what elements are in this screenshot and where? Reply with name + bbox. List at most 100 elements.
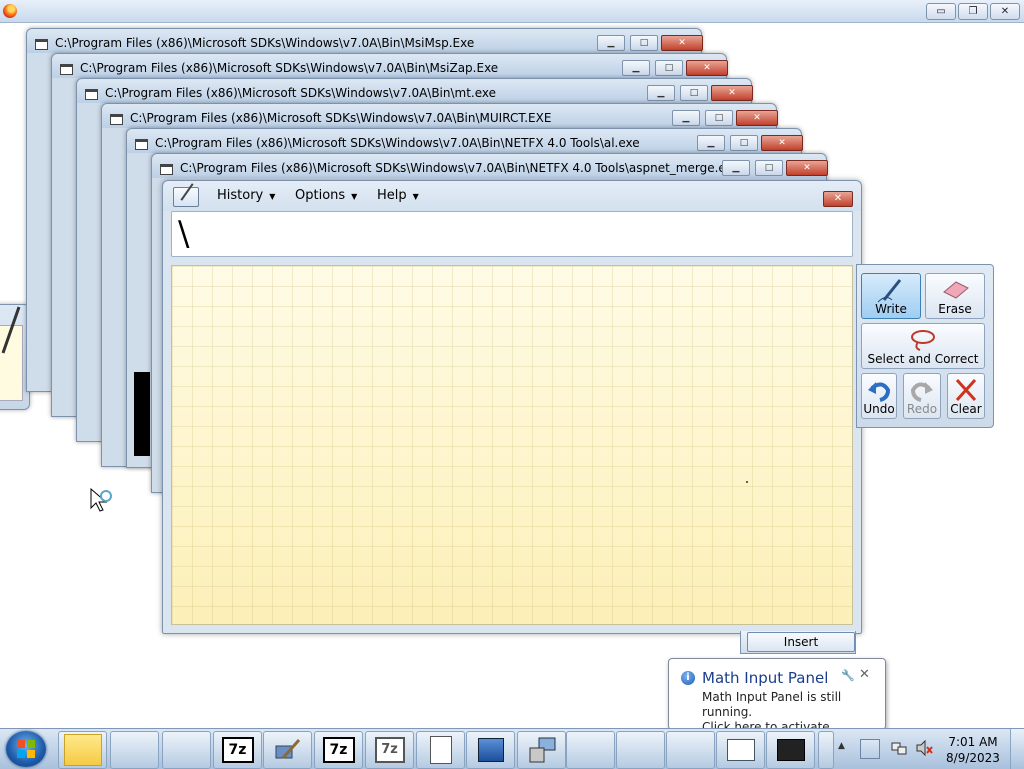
taskbar-window[interactable] (716, 731, 765, 769)
menu-help-label: Help (377, 188, 407, 203)
taskbar-info[interactable] (466, 731, 515, 769)
clear-label: Clear (950, 402, 982, 416)
browser-restore-button[interactable]: ❐ (958, 3, 988, 20)
info-app-icon (477, 738, 504, 762)
minimize-button[interactable]: ▁ (672, 110, 700, 126)
preview-area[interactable]: \ (171, 211, 853, 257)
erase-button[interactable]: Erase (925, 273, 985, 319)
maximize-button[interactable]: □ (705, 110, 733, 126)
minimize-button[interactable]: ▁ (722, 160, 750, 176)
document-icon (429, 736, 452, 764)
taskbar-7zip-2[interactable]: 7z (314, 731, 363, 769)
taskbar-installer[interactable] (517, 731, 566, 769)
insert-tab: Insert (740, 631, 856, 654)
console-output-black (134, 372, 150, 456)
volume-muted-icon[interactable] (915, 739, 933, 757)
firefox-icon[interactable] (3, 4, 17, 18)
close-button[interactable]: ✕ (823, 191, 853, 207)
taskbar-tool[interactable] (263, 731, 312, 769)
taskbar-item-blank1[interactable] (110, 731, 159, 769)
window-title: C:\Program Files (x86)\Microsoft SDKs\Wi… (130, 111, 552, 125)
redo-button[interactable]: Redo (903, 373, 941, 419)
console-icon (110, 114, 123, 125)
insert-button[interactable]: Insert (747, 632, 855, 652)
tray-expand-icon[interactable]: ▲ (838, 741, 845, 751)
installer-icon (529, 737, 555, 763)
chevron-down-icon: ▼ (412, 192, 419, 201)
pin-icon[interactable]: 🔧 (841, 669, 855, 682)
console-icon (135, 139, 148, 150)
menu-help[interactable]: Help ▼ (377, 188, 419, 203)
taskbar-folder[interactable] (58, 731, 107, 769)
maximize-button[interactable]: □ (630, 35, 658, 51)
chevron-down-icon: ▼ (351, 192, 358, 201)
window-title: C:\Program Files (x86)\Microsoft SDKs\Wi… (105, 86, 497, 100)
tool-icon (275, 739, 300, 759)
window-title: C:\Program Files (x86)\Microsoft SDKs\Wi… (180, 161, 740, 175)
taskbar-clock[interactable]: 7:01 AM 8/9/2023 (944, 734, 1002, 766)
start-button[interactable] (6, 731, 46, 767)
taskbar-7zip-remove[interactable]: 7z (365, 731, 414, 769)
maximize-button[interactable]: □ (680, 85, 708, 101)
notification-title: Math Input Panel (702, 669, 829, 687)
dark-app-icon (776, 739, 805, 761)
erase-label: Erase (938, 302, 972, 316)
info-icon: i (681, 671, 695, 685)
menu-options[interactable]: Options ▼ (295, 188, 357, 203)
taskbar-item-blank3[interactable] (566, 731, 615, 769)
pen-icon (877, 279, 902, 303)
close-button[interactable]: ✕ (736, 110, 778, 126)
taskbar-item-blank2[interactable] (162, 731, 211, 769)
taskbar-item-blank5[interactable] (666, 731, 715, 769)
minimize-button[interactable]: ▁ (597, 35, 625, 51)
ink-dot (746, 481, 748, 483)
windows-logo-icon (17, 740, 35, 758)
minimize-button[interactable]: ▁ (647, 85, 675, 101)
clock-date: 8/9/2023 (946, 751, 1000, 765)
clear-button[interactable]: Clear (947, 373, 985, 419)
browser-minimize-button[interactable]: ▭ (926, 3, 956, 20)
maximize-button[interactable]: □ (755, 160, 783, 176)
write-button[interactable]: Write (861, 273, 921, 319)
notification-balloon[interactable]: i Math Input Panel 🔧 ✕ Math Input Panel … (668, 658, 886, 738)
select-correct-button[interactable]: Select and Correct (861, 323, 985, 369)
taskbar-document[interactable] (416, 731, 465, 769)
7zip-icon: 7z (322, 737, 355, 763)
writing-area[interactable] (171, 265, 853, 625)
close-button[interactable]: ✕ (786, 160, 828, 176)
taskbar-7zip[interactable]: 7z (213, 731, 262, 769)
window-title: C:\Program Files (x86)\Microsoft SDKs\Wi… (80, 61, 499, 75)
close-button[interactable]: ✕ (761, 135, 803, 151)
7zip-icon: 7z (221, 737, 254, 763)
menu-history[interactable]: History ▼ (217, 188, 275, 203)
eraser-icon (943, 281, 969, 299)
taskbar-scroll[interactable] (818, 731, 834, 769)
taskbar-item-blank4[interactable] (616, 731, 665, 769)
show-desktop-button[interactable] (1010, 729, 1024, 769)
network-icon[interactable] (890, 739, 908, 757)
minimize-button[interactable]: ▁ (622, 60, 650, 76)
maximize-button[interactable]: □ (655, 60, 683, 76)
redo-arrow-icon (910, 382, 933, 402)
notification-close-button[interactable]: ✕ (859, 667, 870, 682)
redo-label: Redo (906, 402, 938, 416)
write-label: Write (875, 302, 907, 316)
close-button[interactable]: ✕ (711, 85, 753, 101)
menu-options-label: Options (295, 188, 346, 203)
maximize-button[interactable]: □ (730, 135, 758, 151)
taskbar-dark-app[interactable] (766, 731, 815, 769)
browser-close-button[interactable]: ✕ (990, 3, 1020, 20)
math-panel-tray-icon[interactable] (860, 739, 880, 759)
math-input-panel[interactable]: History ▼ Options ▼ Help ▼ ✕ \ (162, 180, 862, 634)
undo-label: Undo (863, 402, 895, 416)
console-icon (160, 164, 173, 175)
minimize-button[interactable]: ▁ (697, 135, 725, 151)
lasso-icon (911, 330, 935, 351)
math-input-panel-icon[interactable] (173, 187, 199, 207)
undo-button[interactable]: Undo (861, 373, 897, 419)
console-icon (60, 64, 73, 75)
close-button[interactable]: ✕ (661, 35, 703, 51)
browser-top-bar: ▭ ❐ ✕ (0, 0, 1024, 23)
notification-message-line1: Math Input Panel is still running. (702, 690, 842, 719)
close-button[interactable]: ✕ (686, 60, 728, 76)
